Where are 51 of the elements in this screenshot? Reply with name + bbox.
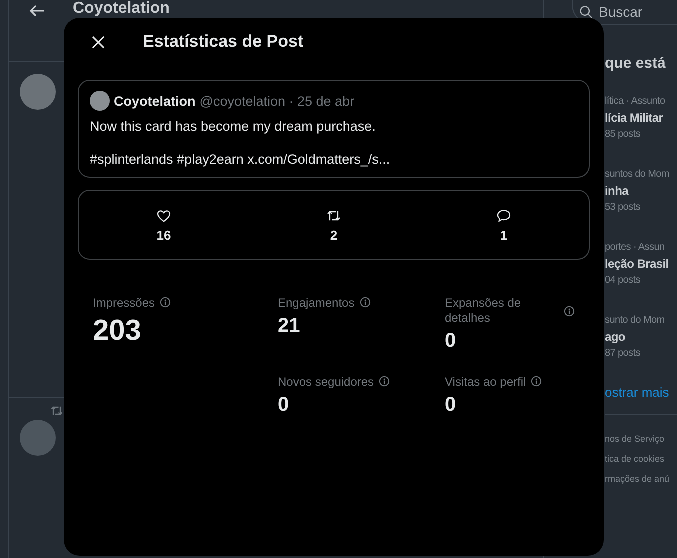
post-text: #splinterlands #play2earn x.com/Goldmatters_/s... [90, 152, 392, 167]
metric-value: 0 [445, 394, 458, 417]
footer-link[interactable]: nos de Serviço [605, 434, 677, 444]
metric-label: Engajamentos [278, 296, 355, 311]
footer-link[interactable]: tica de cookies [605, 454, 677, 464]
metric-value: 0 [445, 330, 458, 353]
metric-label: Visitas ao perfil [445, 375, 526, 390]
trend-name[interactable]: leção Brasil [605, 257, 677, 271]
trend-post-count: 53 posts [605, 202, 642, 213]
metric-label: Impressões [93, 296, 156, 311]
trend-post-count: 04 posts [605, 275, 642, 286]
trend-post-count: 87 posts [605, 348, 642, 359]
metric-value: 0 [278, 394, 290, 417]
post-meta: @coyotelation · 25 de abr [200, 94, 355, 108]
metric-value: 21 [278, 315, 302, 338]
trend-context: suntos do Mom [605, 169, 670, 180]
trends-heading: que está [605, 55, 667, 72]
author-name: Coyotelation [114, 94, 196, 108]
show-more-link[interactable]: ostrar mais [605, 385, 677, 415]
engagement-count: 2 [330, 228, 338, 242]
dialog-title: Estatísticas de Post [143, 32, 304, 52]
search-placeholder: Buscar [599, 4, 643, 20]
info-icon[interactable] [564, 306, 575, 317]
back-arrow-icon[interactable] [29, 3, 45, 19]
metric-label: Expansões de detalhes [445, 296, 522, 326]
quoted-post-card[interactable]: Coyotelation @coyotelation · 25 de abr Now this card has become my dream purchase. #splinterlands #play2earn x.com/Goldmatters_/s... [78, 80, 590, 178]
heart-icon [156, 208, 172, 224]
close-icon [92, 36, 105, 48]
metric-value: 203 [93, 315, 142, 348]
avatar[interactable] [20, 74, 56, 110]
engagement-count: 16 [156, 228, 172, 242]
post-text: Now this card has become my dream purchase. [90, 119, 377, 134]
avatar [90, 91, 110, 111]
engagement-count: 1 [500, 228, 508, 242]
page-title: Coyotelation [73, 0, 170, 17]
speech-bubble-icon [496, 208, 512, 224]
trend-name[interactable]: lícia Militar [605, 111, 677, 125]
trend-context: portes · Assun [605, 242, 666, 253]
trend-name[interactable]: inha [605, 184, 677, 198]
info-icon[interactable] [360, 297, 371, 308]
info-icon[interactable] [531, 376, 542, 387]
trend-context: sunto do Mom [605, 315, 666, 326]
info-icon[interactable] [379, 376, 390, 387]
trend-context: lítica · Assunto [605, 96, 666, 107]
repost-icon [50, 404, 64, 418]
search-icon [579, 5, 593, 19]
metric-label: Novos seguidores [278, 375, 374, 390]
footer-link[interactable]: rmações de anú [605, 474, 677, 484]
trend-post-count: 85 posts [605, 129, 642, 140]
info-icon[interactable] [160, 297, 172, 308]
trend-name[interactable]: ago [605, 330, 677, 344]
